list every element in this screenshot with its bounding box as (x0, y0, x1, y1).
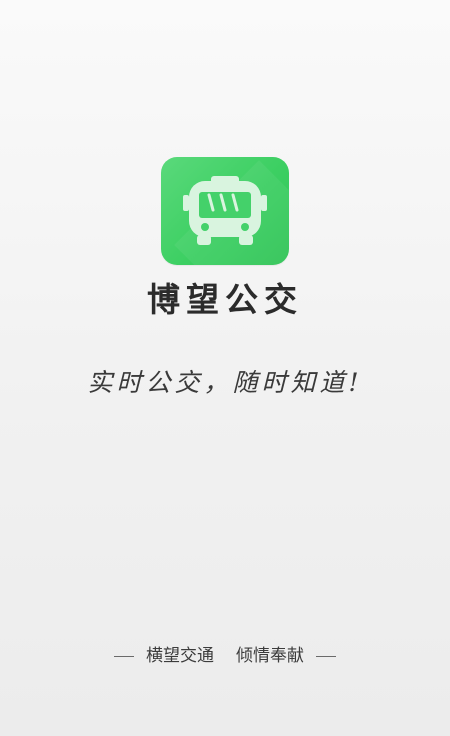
footer-credit-part1: 横望交通 (146, 646, 214, 666)
app-logo (161, 157, 289, 265)
splash-screen: 博望公交 实时公交，随时知道! 横望交通 倾情奉献 (0, 0, 450, 736)
footer-dash-left (114, 655, 134, 657)
footer-credit: 横望交通 倾情奉献 (0, 644, 450, 668)
bus-icon (183, 176, 267, 245)
app-slogan: 实时公交，随时知道! (87, 368, 363, 397)
footer-credit-part2: 倾情奉献 (236, 646, 304, 666)
footer-dash-right (316, 655, 336, 657)
app-title: 博望公交 (147, 280, 303, 319)
